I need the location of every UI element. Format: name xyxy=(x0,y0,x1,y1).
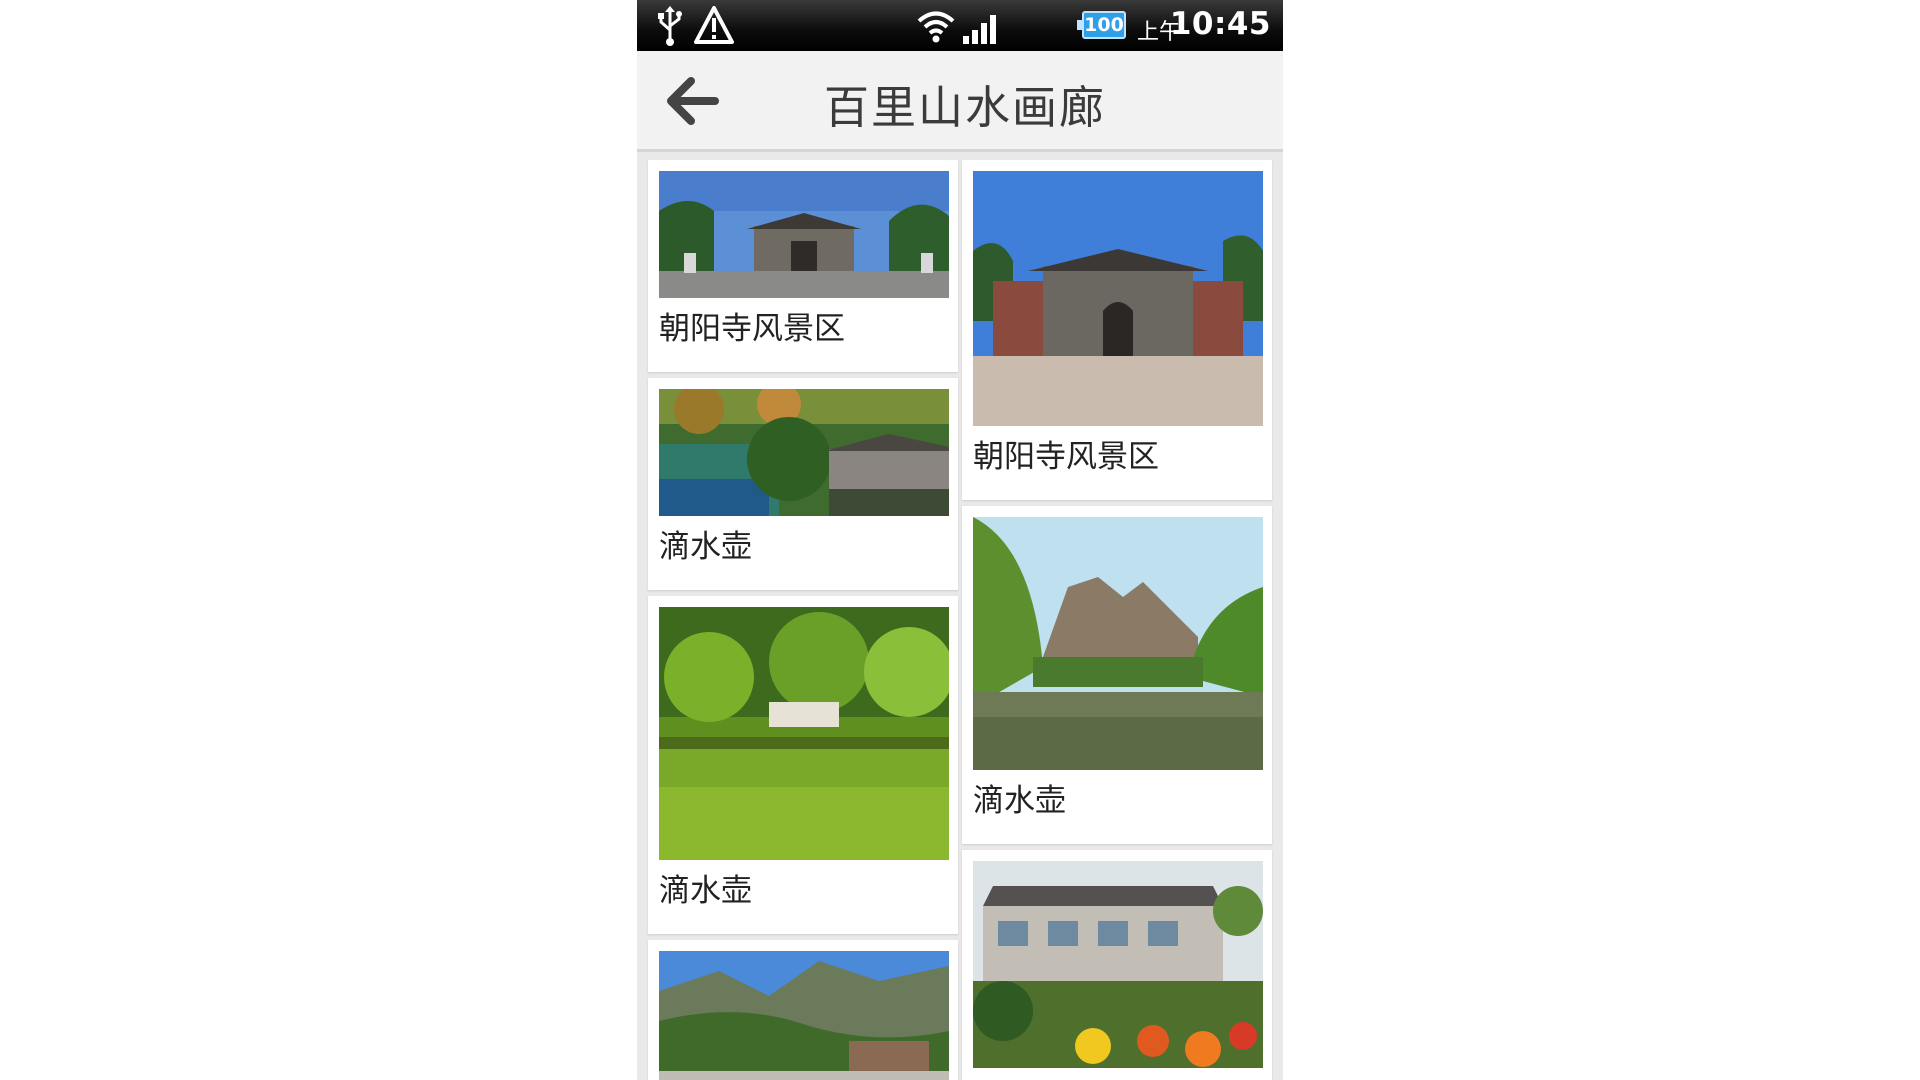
phone-screen: 100 上午 10:45 百里山水画廊 朝阳寺风景区 滴水壶 滴水壶 朝阳寺风景… xyxy=(637,0,1283,1080)
temple-gate-photo xyxy=(973,171,1263,426)
lake-village-photo xyxy=(659,389,949,516)
willow-lake-photo xyxy=(659,607,949,860)
status-bar: 100 上午 10:45 xyxy=(637,0,1283,51)
spot-label: 朝阳寺风景区 xyxy=(659,311,845,347)
spot-card[interactable]: 滴水壶 xyxy=(648,378,958,590)
spot-card[interactable]: 滴水壶 xyxy=(962,506,1272,844)
page-title: 百里山水画廊 xyxy=(823,81,1106,134)
usb-icon xyxy=(658,6,682,46)
status-time: 10:45 xyxy=(1169,6,1271,42)
spot-label: 滴水壶 xyxy=(659,529,752,565)
spot-card[interactable] xyxy=(648,940,958,1080)
temple-gate-wide-photo xyxy=(659,171,949,298)
wifi-icon xyxy=(917,11,955,43)
spot-card[interactable]: 朝阳寺风景区 xyxy=(962,160,1272,500)
mountain-village-photo xyxy=(659,951,949,1080)
spot-label: 滴水壶 xyxy=(659,873,752,909)
spot-card[interactable]: 滴水壶 xyxy=(648,596,958,934)
farmhouse-garden-photo xyxy=(973,861,1263,1068)
spot-label: 朝阳寺风景区 xyxy=(973,439,1159,475)
warning-icon xyxy=(694,6,734,44)
spot-card[interactable]: 朝阳寺风景区 xyxy=(648,160,958,372)
mountain-river-photo xyxy=(973,517,1263,770)
spot-label: 滴水壶 xyxy=(973,783,1066,819)
battery-icon: 100 xyxy=(1077,11,1126,39)
app-header: 百里山水画廊 xyxy=(637,51,1283,152)
signal-icon xyxy=(963,15,996,44)
spot-card[interactable] xyxy=(962,850,1272,1080)
scenic-spot-grid: 朝阳寺风景区 滴水壶 滴水壶 朝阳寺风景区 滴水壶 xyxy=(637,152,1283,1080)
